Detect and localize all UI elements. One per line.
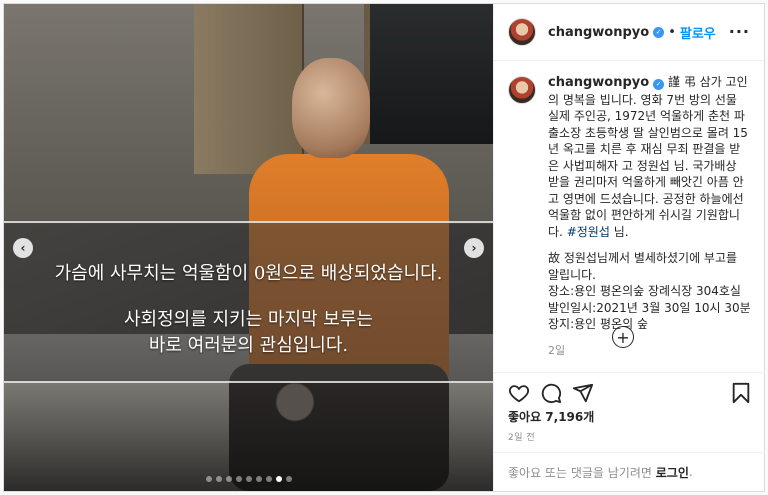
post-sidebar: changwonpyo ✓ • 팔로우 ··· changwonpyo ✓ 謹 弔… (493, 4, 765, 491)
caption-overlay-band (4, 221, 493, 383)
previous-slide-button[interactable]: ‹ (13, 238, 33, 258)
more-options-icon[interactable]: ··· (729, 22, 750, 41)
chevron-left-icon: ‹ (20, 241, 26, 255)
avatar[interactable] (508, 76, 536, 104)
header-separator: • (668, 24, 676, 40)
bookmark-icon[interactable] (730, 382, 752, 404)
overlay-caption-line-2: 사회정의를 지키는 마지막 보루는 (123, 309, 373, 330)
share-icon[interactable] (572, 382, 594, 404)
overlay-caption-line-3: 바로 여러분의 관심입니다. (148, 335, 349, 356)
caption-paragraph-2: 故 정원섭님께서 별세하셨기에 부고를 알립니다. 장소:용인 평온의숲 장례식… (548, 250, 751, 333)
photo-cabinet (194, 4, 304, 174)
comment-icon[interactable] (540, 382, 562, 404)
comment-prompt-suffix: . (688, 465, 693, 479)
plus-circle-icon: + (616, 327, 630, 347)
obituary-line-4: 장지:용인 평온의 숲 (548, 317, 648, 331)
carousel-dot (205, 476, 212, 482)
comment-login-prompt: 좋아요 또는 댓글을 남기려면 로그인. (494, 452, 765, 491)
action-bar (494, 372, 765, 412)
obituary-line-1: 故 정원섭님께서 별세하셨기에 부고를 알립니다. (548, 251, 738, 282)
photo-person-head (292, 58, 370, 158)
caption-username[interactable]: changwonpyo (548, 75, 649, 90)
header-username[interactable]: changwonpyo (548, 25, 649, 40)
caption-text-part1: 謹 弔 삼가 고인의 명복을 빕니다. 영화 7번 방의 선물 실제 주인공, … (548, 75, 748, 239)
caption-body: changwonpyo ✓ 謹 弔 삼가 고인의 명복을 빕니다. 영화 7번 방… (548, 74, 751, 359)
carousel-dot (235, 476, 242, 482)
obituary-line-2: 장소:용인 평온의숲 장례식장 304호실 (548, 284, 741, 298)
hashtag-link[interactable]: #정원섭 (567, 225, 610, 239)
caption-comment: changwonpyo ✓ 謹 弔 삼가 고인의 명복을 빕니다. 영화 7번 방… (508, 74, 751, 359)
carousel-dot (285, 476, 292, 482)
photo-person-legs (229, 364, 449, 491)
comments-section: changwonpyo ✓ 謹 弔 삼가 고인의 명복을 빕니다. 영화 7번 방… (494, 62, 765, 362)
next-slide-button[interactable]: › (464, 238, 484, 258)
carousel-dot (275, 476, 282, 482)
post-header: changwonpyo ✓ • 팔로우 ··· (494, 4, 764, 61)
chevron-right-icon: › (471, 241, 477, 255)
overlay-caption-line-1: 가슴에 사무치는 억울함이 0원으로 배상되었습니다. (54, 263, 443, 284)
post-media[interactable]: 가슴에 사무치는 억울함이 0원으로 배상되었습니다. 사회정의를 지키는 마지… (4, 4, 493, 491)
post-date[interactable]: 2일 전 (508, 430, 535, 443)
heart-icon[interactable] (508, 382, 530, 404)
follow-button[interactable]: 팔로우 (680, 23, 716, 42)
carousel-dot (265, 476, 272, 482)
carousel-dot (215, 476, 222, 482)
likes-count[interactable]: 좋아요 7,196개 (508, 408, 594, 425)
caption-time[interactable]: 2일 (548, 343, 751, 360)
verified-badge-icon: ✓ (653, 78, 665, 90)
carousel-dot (245, 476, 252, 482)
post-container: 가슴에 사무치는 억울함이 0원으로 배상되었습니다. 사회정의를 지키는 마지… (3, 3, 765, 492)
avatar[interactable] (508, 18, 536, 46)
carousel-dot (255, 476, 262, 482)
load-more-comments-button[interactable]: + (612, 326, 634, 348)
carousel-indicator (4, 476, 493, 482)
carousel-dot (225, 476, 232, 482)
caption-text-part2: 님. (609, 224, 629, 239)
login-link[interactable]: 로그인 (656, 464, 689, 481)
verified-badge-icon: ✓ (653, 26, 665, 38)
photo-window (364, 4, 493, 144)
obituary-line-3: 발인일시:2021년 3월 30일 10시 30분 (548, 300, 751, 315)
comment-prompt-text: 좋아요 또는 댓글을 남기려면 (508, 465, 652, 480)
